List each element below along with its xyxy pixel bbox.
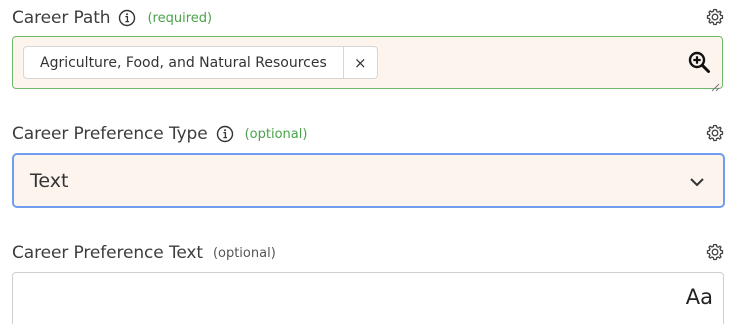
zoom-in-icon[interactable] [687,50,711,74]
text-format-icon[interactable]: Aa [686,285,713,309]
career-path-label: Career Path [12,8,111,28]
career-preference-type-select[interactable]: Text [12,153,725,208]
career-preference-type-optional-hint: (optional) [244,126,308,142]
career-preference-text-label: Career Preference Text [12,243,203,263]
career-preference-type-label: Career Preference Type [12,124,208,144]
chip-remove-button[interactable]: × [342,47,377,78]
info-circle-icon[interactable] [117,8,137,28]
resize-handle-icon[interactable] [711,77,720,92]
chevron-down-icon[interactable] [689,174,705,188]
career-path-field[interactable]: Agriculture, Food, and Natural Resources… [12,36,723,92]
career-path-chip: Agriculture, Food, and Natural Resources… [23,46,378,79]
career-preference-text-optional-hint: (optional) [212,245,276,261]
gear-icon[interactable] [705,7,725,27]
info-circle-icon[interactable] [215,124,235,144]
career-preference-type-value: Text [30,169,69,192]
form: Career Path (required) Agriculture, Food… [0,0,733,324]
career-preference-type-header: Career Preference Type (optional) [12,121,725,147]
career-path-chip-label: Agriculture, Food, and Natural Resources [40,54,327,71]
career-preference-text-header: Career Preference Text (optional) [12,240,725,266]
career-preference-text-input[interactable]: Aa [12,272,724,324]
gear-icon[interactable] [705,242,725,262]
career-path-required-hint: (required) [147,10,213,26]
career-path-header: Career Path (required) [12,5,725,31]
gear-icon[interactable] [705,123,725,143]
